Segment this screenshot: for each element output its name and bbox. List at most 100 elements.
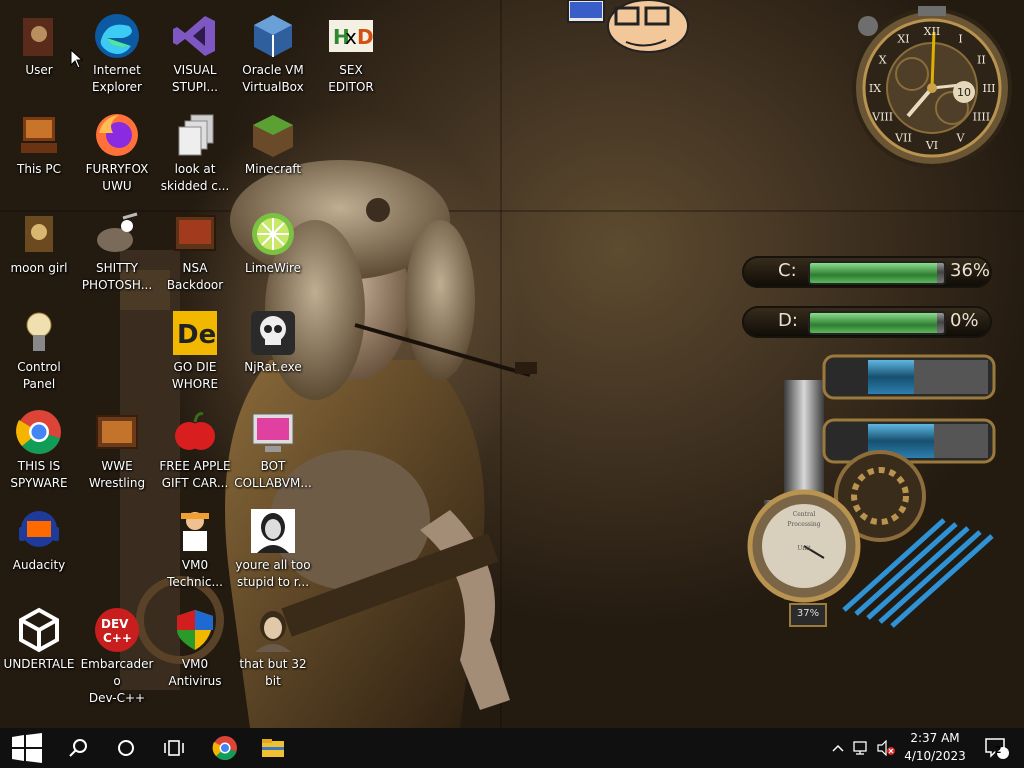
desktop-icon-label: GO DIE WHORE — [171, 360, 219, 391]
shield-icon — [171, 606, 219, 654]
bot-collabvm-icon — [249, 408, 297, 456]
clock-numeral: VII — [894, 131, 912, 144]
desktop-icon-njrat-exe[interactable]: NjRat.exe — [234, 305, 312, 401]
clock-numeral: II — [977, 54, 986, 67]
desktop-icon-internet[interactable]: Internet Explorer — [78, 8, 156, 104]
desktop-icon-minecraft[interactable]: Minecraft — [234, 107, 312, 203]
clock-numeral: VIII — [871, 111, 893, 124]
virtualbox-icon — [249, 12, 297, 60]
desktop-icon-label: FREE APPLE GIFT CAR... — [159, 459, 231, 490]
volume-button[interactable] — [874, 728, 898, 768]
desktop-icon-label: VM0 Antivirus — [168, 657, 222, 688]
desktop-icon-label: Internet Explorer — [92, 63, 142, 94]
desktop-icon-label: youre all too stupid to r... — [235, 558, 311, 589]
desktop-icon-limewire[interactable]: LimeWire — [234, 206, 312, 302]
notification-badge: 2 — [994, 745, 1002, 756]
desktop-icon-label: User — [25, 63, 53, 77]
desktop-icon-label: Oracle VM VirtualBox — [242, 63, 304, 94]
moon-girl-icon — [15, 210, 63, 258]
desktop[interactable]: User Internet Explorer VISUAL STUPI... Oracle… — [0, 0, 1024, 728]
desktop-icon-visual[interactable]: VISUAL STUPI... — [156, 8, 234, 104]
cortana-button[interactable] — [106, 728, 146, 768]
search-button[interactable] — [58, 728, 98, 768]
chevron-up-icon — [832, 744, 844, 752]
clock-numeral: XI — [897, 33, 909, 46]
clock-numeral: V — [956, 131, 966, 144]
drive-percent: 0% — [950, 310, 979, 331]
desktop-icon-label: BOT COLLABVM... — [234, 459, 312, 490]
desktop-icon-label: SEX EDITOR — [328, 63, 374, 94]
desktop-icon-moon-girl[interactable]: moon girl — [0, 206, 78, 302]
system-clock[interactable]: 2:37 AM 4/10/2023 — [900, 731, 970, 765]
desktop-icon-vm0[interactable]: VM0 Technic... — [156, 503, 234, 599]
clock-numeral: IIII — [973, 111, 990, 124]
drive-letter: D: — [778, 310, 798, 331]
cortana-circle-icon — [118, 740, 134, 756]
audacity-icon — [15, 507, 63, 555]
cpu-meter-gadget[interactable] — [744, 350, 1004, 640]
taskbar: 2:37 AM 4/10/2023 2 2 — [0, 728, 1024, 768]
clock-gadget[interactable]: XII I II III IIII V VI VII VIII IX X XI 10 — [852, 4, 1012, 168]
task-view-button[interactable] — [154, 728, 194, 768]
network-icon — [853, 741, 867, 755]
taskbar-file-explorer-button[interactable] — [252, 728, 294, 768]
desktop-icon-youre-all-too[interactable]: youre all too stupid to r... — [234, 503, 312, 599]
desktop-icon-nsa[interactable]: NSA Backdoor — [156, 206, 234, 302]
windows-start-icon — [12, 733, 42, 763]
desktop-icon-label: Audacity — [12, 558, 66, 572]
desktop-icon-furryfox[interactable]: FURRYFOX UWU — [78, 107, 156, 203]
svg-text:DEV: DEV — [101, 617, 129, 631]
desktop-icon-free-apple[interactable]: FREE APPLE GIFT CAR... — [156, 404, 234, 500]
desktop-icon-bot[interactable]: BOT COLLABVM... — [234, 404, 312, 500]
desktop-icon-label: Minecraft — [244, 162, 302, 176]
clock-numeral: I — [958, 33, 962, 46]
desktop-icon-user[interactable]: User — [0, 8, 78, 104]
desktop-icon-label: WWE Wrestling — [88, 459, 146, 490]
nsa-backdoor-icon — [171, 210, 219, 258]
show-hidden-icons-button[interactable] — [828, 728, 848, 768]
cpu-dial-text-3: Unit — [797, 545, 811, 552]
drive-usage-fill — [810, 313, 938, 333]
desktop-icon-label: look at skidded c... — [160, 162, 230, 193]
desktop-icon-label: UNDERTALE — [3, 657, 75, 671]
desktop-icon-label: THIS IS SPYWARE — [10, 459, 68, 490]
network-button[interactable] — [850, 728, 874, 768]
desktop-icon-sex[interactable]: Hx D SEX EDITOR — [312, 8, 390, 104]
desktop-icon-look-at[interactable]: look at skidded c... — [156, 107, 234, 203]
desktop-icon-audacity[interactable]: Audacity — [0, 503, 78, 599]
drive-meter-c[interactable]: C: 36% — [742, 256, 992, 288]
unity-icon — [15, 606, 63, 654]
desktop-icon-this-is[interactable]: THIS IS SPYWARE — [0, 404, 78, 500]
this-pc-icon — [15, 111, 63, 159]
desktop-icon-label: Embarcadero Dev-C++ — [80, 657, 154, 705]
desktop-icon-vm0[interactable]: VM0 Antivirus — [156, 602, 234, 698]
taskbar-chrome-button[interactable] — [204, 728, 246, 768]
desktop-icon-shitty[interactable]: SHITTY PHOTOSH... — [78, 206, 156, 302]
svg-text:C++: C++ — [103, 631, 132, 645]
desktop-icon-this-pc[interactable]: This PC — [0, 107, 78, 203]
search-icon — [69, 739, 87, 757]
cpu-dial-text-1: Central — [792, 511, 816, 518]
desktop-icon-label: moon girl — [10, 261, 68, 275]
desktop-icon-label: LimeWire — [244, 261, 302, 275]
drive-meter-d[interactable]: D: 0% — [742, 306, 992, 338]
desktop-icon-label: SHITTY PHOTOSH... — [81, 261, 153, 292]
desktop-icon-label: This PC — [17, 162, 61, 176]
desktop-icon-that-but-32[interactable]: that but 32 bit — [234, 602, 312, 698]
desktop-icon-go-die[interactable]: De GO DIE WHORE — [156, 305, 234, 401]
drive-usage-tube — [808, 261, 946, 285]
volume-muted-icon — [877, 740, 895, 756]
clock-numeral: III — [982, 82, 995, 95]
start-button[interactable] — [0, 728, 54, 768]
desktop-icon-embarcadero[interactable]: DEV C++ Embarcadero Dev-C++ — [78, 602, 156, 705]
chrome-icon — [15, 408, 63, 456]
desktop-icon-wwe[interactable]: WWE Wrestling — [78, 404, 156, 500]
desktop-icon-control-panel[interactable]: Control Panel — [0, 305, 78, 401]
cpu-dial-label: Central Processing Unit — [764, 510, 844, 554]
desktop-icon-oracle-vm[interactable]: Oracle VM VirtualBox — [234, 8, 312, 104]
desktop-icon-undertale[interactable]: UNDERTALE — [0, 602, 78, 698]
file-explorer-icon — [262, 739, 284, 757]
de-app-icon: De — [171, 309, 219, 357]
apple-icon — [171, 408, 219, 456]
desktop-icon-label: that but 32 bit — [239, 657, 307, 688]
